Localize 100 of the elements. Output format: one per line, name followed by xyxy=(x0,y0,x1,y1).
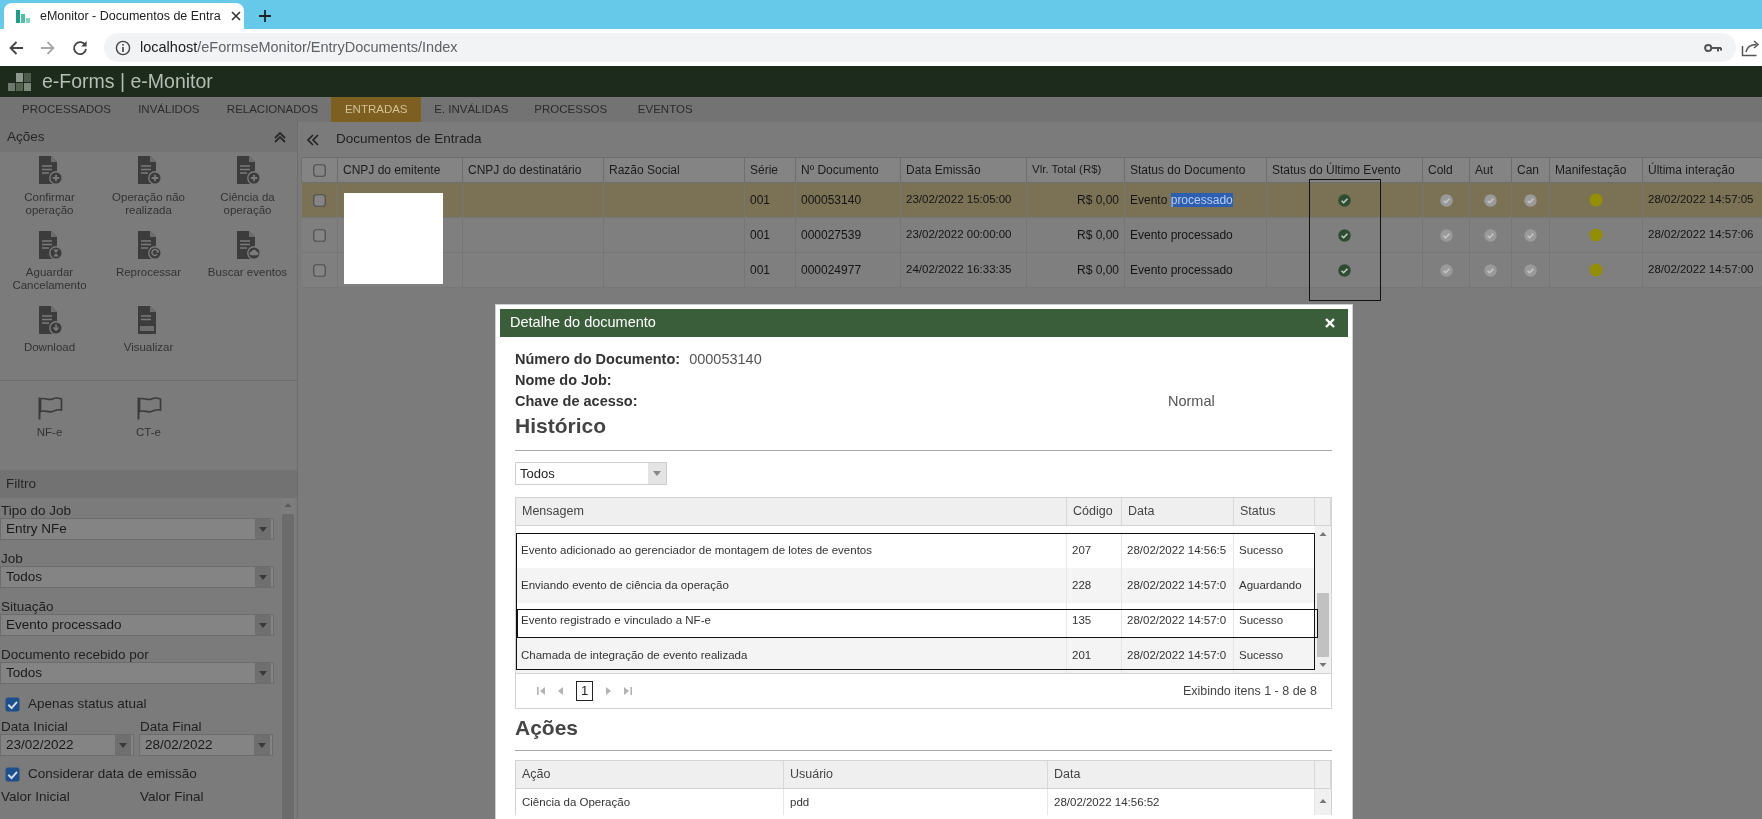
table-cell: R$ 0,00 xyxy=(1026,217,1125,253)
table-cell: 201 xyxy=(1067,638,1122,673)
action-button[interactable]: Operação não realizada xyxy=(101,155,196,217)
column-header[interactable]: Usuário xyxy=(784,761,1048,788)
column-header[interactable]: Data Emissão xyxy=(900,157,1027,183)
column-header[interactable]: Vlr. Total (R$) xyxy=(1026,157,1125,183)
caret-icon xyxy=(255,519,271,539)
checkbox[interactable] xyxy=(5,696,20,712)
table-cell: Evento processado xyxy=(1124,252,1267,288)
column-header[interactable]: Razão Social xyxy=(603,157,745,183)
table-cell: 000024977 xyxy=(795,252,901,288)
caret-icon xyxy=(115,735,131,755)
column-header[interactable]: Nº Documento xyxy=(795,157,901,183)
page-button[interactable]: 1 xyxy=(576,681,594,701)
back-icon[interactable] xyxy=(8,39,24,56)
document-plus-icon xyxy=(234,155,261,185)
field-value: 000053140 xyxy=(689,351,762,367)
reload-icon[interactable] xyxy=(72,39,88,56)
table-cell: 001 xyxy=(744,252,796,288)
section-heading: Histórico xyxy=(515,413,607,438)
flag-icon xyxy=(36,396,63,420)
action-button[interactable]: Aguardar Cancelamento xyxy=(2,230,97,292)
table-cell: 24/02/2022 16:33:35 xyxy=(900,252,1027,288)
nav-tab[interactable]: PROCESSADOS xyxy=(9,97,124,122)
close-icon[interactable] xyxy=(229,10,242,22)
checkbox[interactable] xyxy=(312,263,326,277)
column-header[interactable]: Código xyxy=(1067,498,1122,525)
table-cell: 001 xyxy=(744,217,796,253)
pager-summary: Exibindo itens 1 - 8 de 8 xyxy=(1182,683,1317,699)
column-header[interactable]: CNPJ do destinatário xyxy=(462,157,604,183)
action-button[interactable]: Reprocessar xyxy=(101,230,196,279)
field-label: Situação xyxy=(0,600,55,614)
column-header[interactable]: Aut xyxy=(1469,157,1512,183)
table-cell: 23/02/2022 00:00:00 xyxy=(900,217,1027,253)
forward-icon[interactable] xyxy=(40,39,56,56)
document-refresh-icon xyxy=(135,230,162,260)
action-button[interactable]: Download xyxy=(2,305,97,354)
document-type-button[interactable]: NF-e xyxy=(2,396,97,439)
share-icon[interactable] xyxy=(1741,38,1760,57)
checkbox[interactable] xyxy=(313,163,326,177)
document-plus-icon xyxy=(36,155,63,185)
squares-logo-icon xyxy=(8,70,32,93)
column-header[interactable]: Manifestação xyxy=(1549,157,1643,183)
table-cell: pdd xyxy=(784,789,1048,815)
field-label: Data Inicial xyxy=(0,720,69,734)
table-cell: 28/02/2022 14:57:00 xyxy=(1642,252,1762,288)
scrollbar[interactable] xyxy=(1315,789,1331,815)
nav-tab[interactable]: RELACIONADOS xyxy=(213,97,332,122)
section-heading: Ações xyxy=(515,715,580,740)
column-header[interactable]: Status do Documento xyxy=(1124,157,1267,183)
table-cell: 001 xyxy=(744,182,796,218)
action-button[interactable]: Ciência da operação xyxy=(200,155,295,217)
info-icon[interactable] xyxy=(115,39,131,56)
column-header[interactable]: Data xyxy=(1048,761,1315,788)
browser-tab[interactable]: eMonitor - Documentos de Entra xyxy=(4,3,244,29)
column-header[interactable]: Cold xyxy=(1422,157,1470,183)
dialog-title: Detalhe do documento xyxy=(510,314,656,332)
column-header[interactable]: Can xyxy=(1511,157,1550,183)
column-header[interactable]: Status do Último Evento xyxy=(1266,157,1423,183)
date-field[interactable]: 23/02/2022 xyxy=(0,734,134,756)
nav-tab[interactable]: ENTRADAS xyxy=(331,97,422,122)
double-chevron-left-icon[interactable] xyxy=(307,133,319,146)
scrollbar[interactable] xyxy=(1315,526,1331,673)
checkbox[interactable] xyxy=(5,766,20,782)
select-field[interactable]: Evento processado xyxy=(0,614,274,636)
nav-tab[interactable]: E. INVÁLIDAS xyxy=(421,97,522,122)
table-cell: Evento processado xyxy=(1124,182,1267,218)
select-field[interactable]: Todos xyxy=(0,662,274,684)
nav-tab[interactable]: PROCESSOS xyxy=(521,97,621,122)
column-header[interactable]: Status xyxy=(1234,498,1315,525)
plus-icon[interactable] xyxy=(258,9,272,23)
select-field[interactable]: Todos xyxy=(0,566,274,588)
key-icon[interactable] xyxy=(1704,42,1722,53)
action-button[interactable]: Confirmar operação xyxy=(2,155,97,217)
column-header[interactable]: CNPJ do emitente xyxy=(337,157,463,183)
select-field[interactable]: Entry NFe xyxy=(0,518,274,540)
status-text: Normal xyxy=(1168,392,1215,411)
document-cloud-icon xyxy=(234,230,261,260)
field-label: Job xyxy=(0,552,24,566)
field-label: Valor Final xyxy=(139,790,205,804)
nav-tab[interactable]: EVENTOS xyxy=(620,97,711,122)
column-header[interactable]: Série xyxy=(744,157,796,183)
document-type-button[interactable]: CT-e xyxy=(101,396,196,439)
column-header[interactable]: Mensagem xyxy=(516,498,1067,525)
checkbox[interactable] xyxy=(312,228,326,242)
checkbox[interactable] xyxy=(312,193,326,207)
column-header[interactable]: Última interação xyxy=(1642,157,1762,183)
address-field[interactable]: localhost/eFormseMonitor/EntryDocuments/Index xyxy=(104,33,1736,62)
column-header[interactable]: Ação xyxy=(516,761,784,788)
table-cell: 28/02/2022 14:57:06 xyxy=(1642,217,1762,253)
select-field[interactable]: Todos xyxy=(515,462,667,485)
action-button[interactable]: Buscar eventos xyxy=(200,230,295,279)
date-field[interactable]: 28/02/2022 xyxy=(139,734,273,756)
table-row[interactable]: 001 000053140 23/02/2022 15:05:00 R$ 0,00 Evento processado 28/02/2022 14:57:05 xyxy=(301,182,1762,218)
section-title: Ações xyxy=(7,128,45,146)
action-button[interactable]: Visualizar xyxy=(101,305,196,354)
nav-tab[interactable]: INVÁLIDOS xyxy=(123,97,214,122)
double-chevron-up-icon[interactable] xyxy=(273,131,287,143)
column-header[interactable]: Data xyxy=(1122,498,1234,525)
bars-favicon-icon xyxy=(15,8,31,24)
